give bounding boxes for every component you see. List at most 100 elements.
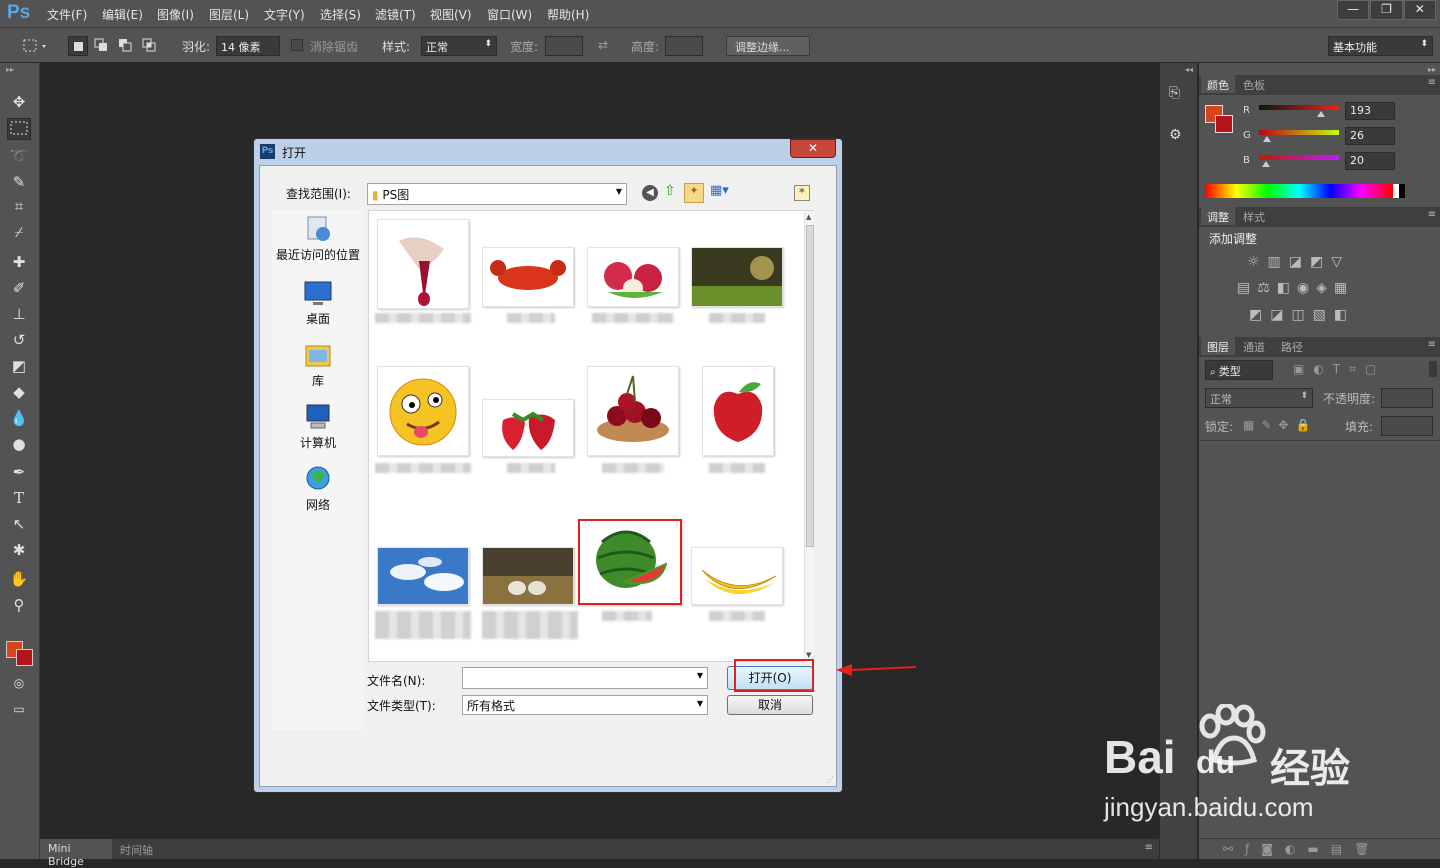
thumb-strawberry[interactable] <box>482 399 574 457</box>
hand-tool-icon[interactable]: ✋ <box>7 568 31 590</box>
bg-color-swatch[interactable] <box>1215 115 1233 133</box>
path-select-tool-icon[interactable]: ↖ <box>7 513 31 535</box>
tab-styles[interactable]: 样式 <box>1237 207 1271 225</box>
menu-view[interactable]: 视图(V) <box>430 6 472 23</box>
place-computer[interactable]: 计算机 <box>268 402 368 451</box>
feather-input[interactable]: 14 像素 <box>216 36 280 56</box>
thumb-lobster[interactable] <box>482 247 574 307</box>
g-input[interactable]: 26 <box>1345 127 1395 145</box>
background-color-swatch[interactable] <box>16 649 33 666</box>
b-slider-thumb[interactable] <box>1262 161 1270 167</box>
thumb-sky[interactable] <box>377 547 469 605</box>
bucket-tool-icon[interactable]: ◆ <box>7 381 31 403</box>
tab-layers[interactable]: 图层 <box>1201 337 1235 355</box>
panel-menu-icon[interactable]: ≡ <box>1428 77 1436 88</box>
thumb-apple[interactable] <box>702 366 774 456</box>
thumb-banana[interactable] <box>691 547 783 605</box>
layer-filter-icons[interactable]: ▣◐T⌗▢ <box>1293 362 1423 377</box>
add-selection-icon[interactable] <box>92 36 112 56</box>
thumb-hands[interactable] <box>377 219 469 309</box>
look-in-select[interactable]: ▮ PS图 ▼ <box>367 183 627 205</box>
cancel-button[interactable]: 取消 <box>727 695 813 715</box>
menu-layer[interactable]: 图层(L) <box>209 6 249 23</box>
collapse-icon[interactable]: ◂◂ <box>1185 65 1193 74</box>
subtract-selection-icon[interactable] <box>116 36 136 56</box>
type-tool-icon[interactable]: T <box>7 487 31 509</box>
blur-tool-icon[interactable]: 💧 <box>7 407 31 429</box>
close-button[interactable]: ✕ <box>1403 0 1436 20</box>
place-recent[interactable]: 最近访问的位置 <box>268 214 368 263</box>
thumb-emoji[interactable] <box>377 366 469 456</box>
tab-timeline[interactable]: 时间轴 <box>112 839 162 859</box>
back-icon[interactable]: ◀ <box>642 185 658 201</box>
r-slider[interactable] <box>1259 105 1339 110</box>
crop-tool-icon[interactable]: ⌗ <box>7 195 31 217</box>
panel-menu-icon[interactable]: ≡ <box>1145 842 1153 853</box>
scroll-up-icon[interactable]: ▲ <box>806 213 811 221</box>
new-folder-icon[interactable]: ✦ <box>684 183 704 203</box>
filetype-select[interactable]: 所有格式 ▼ <box>462 695 708 715</box>
dodge-tool-icon[interactable]: ● <box>7 433 31 455</box>
marquee-preset-icon[interactable] <box>22 36 46 56</box>
tab-swatches[interactable]: 色板 <box>1237 75 1271 93</box>
favorites-icon[interactable]: ✶ <box>794 185 810 201</box>
menu-select[interactable]: 选择(S) <box>320 6 361 23</box>
place-desktop[interactable]: 桌面 <box>268 278 368 327</box>
adjustment-icons-row1[interactable]: ☼▥◪◩▽ <box>1247 254 1367 270</box>
layer-filter-select[interactable]: ⌕ 类型 <box>1205 360 1273 380</box>
r-input[interactable]: 193 <box>1345 102 1395 120</box>
panel-menu-icon[interactable]: ≡ <box>1428 209 1436 220</box>
quick-mask-icon[interactable]: ◎ <box>7 672 31 694</box>
menu-edit[interactable]: 编辑(E) <box>102 6 143 23</box>
pen-tool-icon[interactable]: ✒ <box>7 461 31 483</box>
refine-edge-button[interactable]: 调整边缘... <box>726 36 810 56</box>
history-brush-tool-icon[interactable]: ↺ <box>7 329 31 351</box>
minimize-button[interactable]: — <box>1337 0 1370 20</box>
intersect-selection-icon[interactable] <box>140 36 160 56</box>
lasso-tool-icon[interactable]: ➰ <box>7 145 31 167</box>
view-menu-icon[interactable]: ▦▾ <box>710 183 738 203</box>
thumb-forest[interactable] <box>691 247 783 307</box>
menu-help[interactable]: 帮助(H) <box>547 6 589 23</box>
style-select[interactable]: 正常 ⬍ <box>421 36 497 56</box>
place-network[interactable]: 网络 <box>268 464 368 513</box>
b-slider[interactable] <box>1259 155 1339 160</box>
menu-type[interactable]: 文字(Y) <box>264 6 305 23</box>
swap-icon[interactable]: ⇄ <box>598 38 608 52</box>
thumb-lychee[interactable] <box>587 247 679 307</box>
history-icon[interactable]: ⎘ <box>1169 85 1189 105</box>
thumb-cherry[interactable] <box>587 366 679 456</box>
restore-button[interactable]: ❐ <box>1370 0 1403 20</box>
width-input[interactable] <box>545 36 583 56</box>
fill-input[interactable] <box>1381 416 1433 436</box>
tab-mini-bridge[interactable]: Mini Bridge <box>40 839 112 868</box>
eraser-tool-icon[interactable]: ◩ <box>7 355 31 377</box>
menu-file[interactable]: 文件(F) <box>47 6 87 23</box>
layer-action-icons[interactable]: ⚯ƒ◙◐▬▤🗑 <box>1223 842 1381 856</box>
up-folder-icon[interactable]: ⇧ <box>664 183 676 199</box>
menu-filter[interactable]: 滤镜(T) <box>375 6 416 23</box>
filename-input[interactable]: ▼ <box>462 667 708 689</box>
zoom-tool-icon[interactable]: ⚲ <box>7 594 31 616</box>
healing-tool-icon[interactable]: ✚ <box>7 251 31 273</box>
tab-adjustments[interactable]: 调整 <box>1201 207 1235 225</box>
place-libraries[interactable]: 库 <box>268 340 368 389</box>
screen-mode-icon[interactable]: ▭ <box>7 698 31 720</box>
b-input[interactable]: 20 <box>1345 152 1395 170</box>
dialog-close-button[interactable]: ✕ <box>790 139 836 158</box>
collapse-icon[interactable]: ▸▸ <box>6 65 14 74</box>
filter-toggle[interactable] <box>1429 361 1437 377</box>
workspace-select[interactable]: 基本功能 ⬍ <box>1328 36 1433 56</box>
menu-window[interactable]: 窗口(W) <box>487 6 532 23</box>
adjustment-icons-row3[interactable]: ◩◪◫▧◧ <box>1249 307 1369 323</box>
menu-image[interactable]: 图像(I) <box>157 6 194 23</box>
adjustment-icons-row2[interactable]: ▤⚖◧◉◈▦ <box>1237 280 1377 296</box>
shape-tool-icon[interactable]: ✱ <box>7 539 31 561</box>
marquee-tool-icon[interactable] <box>7 118 31 140</box>
thumb-watermelon-selected[interactable] <box>578 519 682 605</box>
tab-channels[interactable]: 通道 <box>1237 337 1271 355</box>
tab-color[interactable]: 颜色 <box>1201 75 1235 93</box>
tab-paths[interactable]: 路径 <box>1275 337 1309 355</box>
thumb-sheep[interactable] <box>482 547 574 605</box>
eyedropper-tool-icon[interactable]: ⌿ <box>7 221 31 243</box>
